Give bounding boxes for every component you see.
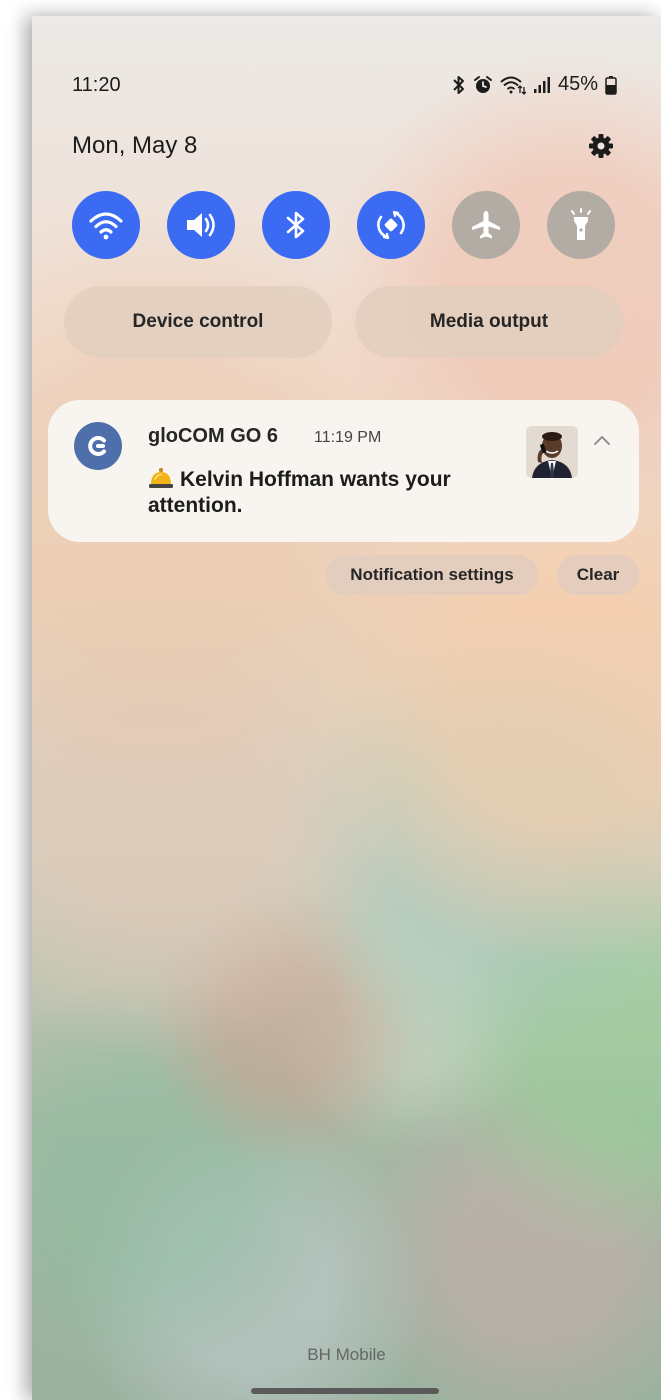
bluetooth-icon [453, 75, 464, 94]
clear-button[interactable]: Clear [557, 555, 639, 595]
gear-icon [589, 134, 613, 158]
signal-icon [533, 76, 550, 93]
chevron-up-icon [594, 436, 610, 445]
sound-toggle[interactable] [167, 191, 235, 259]
battery-icon [605, 75, 617, 95]
notification-app-name: gloCOM GO 6 [148, 425, 278, 447]
airplane-mode-toggle[interactable] [452, 191, 520, 259]
avatar [526, 426, 578, 478]
notification-settings-button[interactable]: Notification settings [326, 555, 538, 595]
quick-toggles [72, 191, 615, 259]
bluetooth-icon [286, 211, 305, 239]
device-control-button[interactable]: Device control [64, 286, 332, 358]
notification-card[interactable]: gloCOM GO 6 11:19 PM Kelvin Hoffman want… [48, 400, 639, 542]
notification-time: 11:19 PM [314, 429, 382, 446]
auto-rotate-toggle[interactable] [357, 191, 425, 259]
flashlight-toggle[interactable] [547, 191, 615, 259]
bluetooth-toggle[interactable] [262, 191, 330, 259]
wifi-toggle[interactable] [72, 191, 140, 259]
battery-percent: 45% [557, 73, 598, 95]
flashlight-icon [571, 208, 591, 240]
notification-shade: 11:20 45% Mon, May 8 Device control Medi… [32, 16, 661, 1400]
notification-message-text: Kelvin Hoffman wants your attention. [148, 468, 451, 517]
wifi-calling-icon [500, 76, 526, 95]
screenshot-frame: 11:20 45% Mon, May 8 Device control Medi… [0, 0, 661, 1400]
media-output-button[interactable]: Media output [355, 286, 623, 358]
auto-rotate-icon [377, 210, 405, 240]
status-time: 11:20 [72, 74, 121, 96]
settings-button[interactable] [587, 132, 615, 160]
bell-icon [149, 468, 173, 488]
sound-icon [187, 213, 215, 237]
date-label: Mon, May 8 [72, 132, 198, 159]
notification-message: Kelvin Hoffman wants your attention. [148, 467, 528, 519]
glocom-logo-icon [88, 436, 106, 456]
status-icons: 45% [452, 73, 617, 96]
airplane-icon [472, 211, 500, 239]
contact-photo [526, 426, 578, 478]
wifi-icon [89, 212, 123, 240]
alarm-icon [473, 75, 492, 93]
home-indicator[interactable] [251, 1388, 439, 1394]
collapse-button[interactable] [590, 428, 614, 452]
carrier-label: BH Mobile [307, 1345, 386, 1364]
app-icon [74, 422, 122, 470]
